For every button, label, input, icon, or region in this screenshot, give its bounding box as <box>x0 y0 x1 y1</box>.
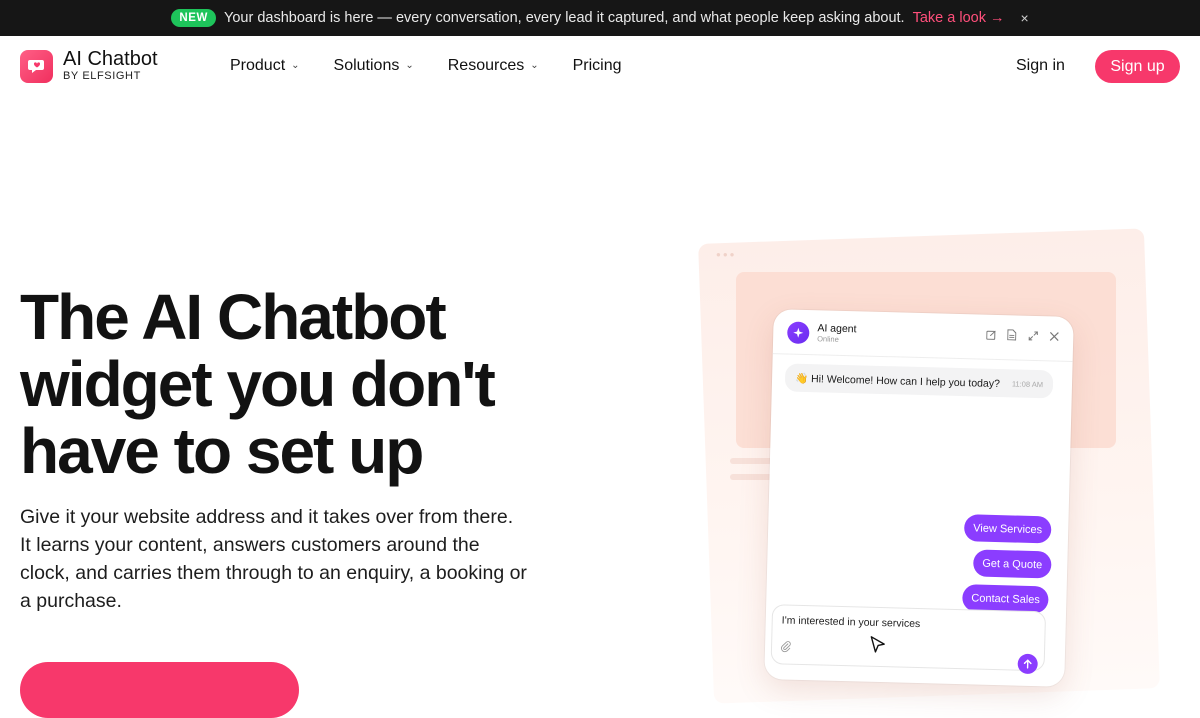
announcement-link-label: Take a look <box>912 10 986 26</box>
announcement-bar: NEW Your dashboard is here — every conve… <box>0 0 1200 36</box>
logo[interactable]: AI Chatbot BY ELFSIGHT <box>20 49 158 83</box>
welcome-message-text: 👋 Hi! Welcome! How can I help you today? <box>794 372 1001 390</box>
main-nav: Product ⌄ Solutions ⌄ Resources ⌄ Pricin… <box>230 57 622 75</box>
nav-item-product[interactable]: Product ⌄ <box>230 57 300 75</box>
chat-header: AI agent Online <box>786 321 857 345</box>
announcement-text: Your dashboard is here — every conversat… <box>224 10 905 26</box>
nav-item-label: Product <box>230 57 286 74</box>
close-icon[interactable]: × <box>1020 10 1028 26</box>
send-button[interactable] <box>1017 653 1038 675</box>
announcement-link[interactable]: Take a look → <box>913 10 1005 26</box>
mouse-pointer-icon <box>869 635 888 655</box>
nav-item-label: Solutions <box>333 57 400 74</box>
close-icon[interactable] <box>1048 330 1059 341</box>
hero-title-line: have to set up <box>20 415 424 487</box>
agent-name: AI agent <box>817 322 857 336</box>
hero-cta-button[interactable] <box>20 662 299 718</box>
sparkle-avatar-icon <box>786 321 810 345</box>
hero-subtitle-line: clock, and carries them through to an en… <box>20 562 527 584</box>
chevron-down-icon: ⌄ <box>405 59 414 71</box>
new-badge: NEW <box>171 9 216 27</box>
sign-up-button[interactable]: Sign up <box>1095 50 1180 83</box>
brand-byline: BY ELFSIGHT <box>63 70 141 82</box>
arrow-right-icon: → <box>989 10 1005 26</box>
sign-in-link[interactable]: Sign in <box>1016 57 1065 75</box>
nav-item-resources[interactable]: Resources ⌄ <box>448 57 539 75</box>
window-dots-icon: ●●● <box>716 250 737 259</box>
nav-item-label: Pricing <box>572 57 622 74</box>
welcome-message: 👋 Hi! Welcome! How can I help you today?… <box>784 363 1054 399</box>
hero-subtitle: Give it your website address and it take… <box>20 503 560 615</box>
chat-widget: AI agent Online 👋 Hi! Welcome! How can I… <box>764 309 1074 687</box>
hero-title-line: The AI Chatbot <box>20 281 447 353</box>
logo-text: AI Chatbot BY ELFSIGHT <box>63 49 158 83</box>
chat-bubble-logo-icon <box>20 49 53 83</box>
message-time: 11:08 AM <box>1011 379 1044 390</box>
quick-reply-get-a-quote[interactable]: Get a Quote <box>972 549 1052 579</box>
expand-icon[interactable] <box>1027 330 1038 341</box>
hero-title-line: widget you don't <box>20 348 496 420</box>
message-composer[interactable]: I'm interested in your services <box>770 604 1047 675</box>
hero-subtitle-line: a purchase. <box>20 590 122 612</box>
edit-icon[interactable] <box>985 329 996 340</box>
paperclip-icon[interactable] <box>780 639 794 653</box>
nav-item-pricing[interactable]: Pricing <box>573 57 622 75</box>
hero-subtitle-line: Give it your website address and it take… <box>20 506 514 528</box>
nav-item-label: Resources <box>447 57 525 74</box>
quick-reply-view-services[interactable]: View Services <box>963 514 1052 544</box>
chat-toolbar <box>985 329 1059 342</box>
chevron-down-icon: ⌄ <box>530 59 539 71</box>
brand-name: AI Chatbot <box>63 48 158 70</box>
agent-status: Online <box>817 334 839 344</box>
composer-input-text[interactable]: I'm interested in your services <box>782 614 921 630</box>
nav-item-solutions[interactable]: Solutions ⌄ <box>334 57 414 75</box>
document-icon[interactable] <box>1006 329 1017 341</box>
chevron-down-icon: ⌄ <box>291 59 300 71</box>
hero-subtitle-line: It learns your content, answers customer… <box>20 534 480 556</box>
site-header: AI Chatbot BY ELFSIGHT Product ⌄ Solutio… <box>0 36 1200 98</box>
hero-title: The AI Chatbot widget you don't have to … <box>20 284 580 485</box>
chat-divider <box>772 353 1073 362</box>
